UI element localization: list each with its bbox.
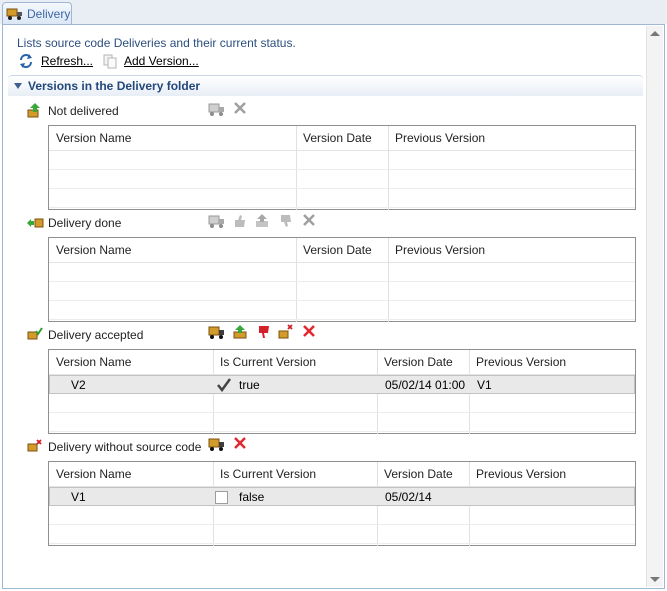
truck-icon[interactable] — [208, 436, 226, 452]
column-header[interactable]: Version Date — [384, 355, 453, 369]
table-delivery-accepted[interactable]: Version Name Is Current Version Version … — [48, 349, 636, 434]
table-row[interactable] — [49, 301, 635, 320]
thumbs-down-icon[interactable] — [278, 213, 294, 229]
collapse-toggle-icon[interactable] — [14, 83, 22, 89]
cell-version-name: V1 — [71, 490, 86, 504]
table-row[interactable] — [49, 151, 635, 170]
delete-icon[interactable] — [234, 102, 246, 114]
table-row[interactable] — [49, 394, 635, 413]
cell-version-date: 05/02/14 — [385, 490, 432, 504]
remove-source-icon[interactable] — [278, 324, 294, 340]
checkmark-icon[interactable] — [217, 378, 231, 392]
package-up-icon — [27, 103, 40, 118]
table-row[interactable] — [49, 282, 635, 301]
column-header[interactable]: Version Name — [56, 243, 131, 257]
table-row[interactable] — [49, 413, 635, 432]
group-label-delivery-done: Delivery done — [48, 216, 122, 230]
tab-delivery[interactable]: Delivery — [2, 2, 72, 24]
add-version-link[interactable]: Add Version... — [124, 54, 199, 68]
table-row[interactable] — [49, 506, 635, 525]
promote-icon[interactable] — [232, 324, 248, 340]
column-header[interactable]: Version Name — [56, 467, 131, 481]
description-text: Lists source code Deliveries and their c… — [17, 36, 296, 50]
table-row[interactable] — [49, 525, 635, 544]
column-header[interactable]: Version Date — [303, 243, 372, 257]
column-header[interactable]: Previous Version — [395, 243, 485, 257]
column-header[interactable]: Previous Version — [395, 131, 485, 145]
column-header[interactable]: Previous Version — [476, 467, 566, 481]
delete-icon[interactable] — [303, 214, 315, 226]
truck-icon[interactable] — [208, 213, 226, 229]
scroll-up-icon[interactable] — [650, 31, 660, 36]
add-version-icon[interactable] — [102, 53, 118, 69]
table-delivery-done[interactable]: Version Name Version Date Previous Versi… — [48, 237, 636, 322]
delete-icon[interactable] — [234, 437, 246, 449]
delivery-without-source-icon — [27, 439, 42, 452]
column-header[interactable]: Version Name — [56, 355, 131, 369]
reject-flag-icon[interactable] — [256, 324, 272, 340]
truck-icon[interactable] — [208, 324, 226, 340]
table-row[interactable] — [49, 189, 635, 208]
table-delivery-without-source[interactable]: Version Name Is Current Version Version … — [48, 461, 636, 546]
scroll-down-icon[interactable] — [650, 577, 660, 582]
table-row[interactable]: V2 true 05/02/14 01:00 V1 — [49, 375, 635, 394]
tab-bar: Delivery — [0, 0, 667, 24]
cell-is-current: false — [239, 490, 265, 504]
is-current-checkbox[interactable] — [215, 491, 228, 504]
cell-version-date: 05/02/14 01:00 — [385, 378, 466, 392]
table-row[interactable] — [49, 263, 635, 282]
column-header[interactable]: Is Current Version — [220, 467, 316, 481]
refresh-icon[interactable] — [18, 53, 34, 69]
cell-previous-version: V1 — [477, 378, 492, 392]
column-header[interactable]: Is Current Version — [220, 355, 316, 369]
tab-label: Delivery — [27, 7, 71, 21]
cell-version-name: V2 — [71, 378, 86, 392]
delivery-accepted-icon — [27, 327, 43, 340]
delivery-truck-icon — [6, 8, 22, 20]
delete-icon[interactable] — [303, 325, 315, 337]
table-row[interactable] — [49, 170, 635, 189]
group-label-delivery-accepted: Delivery accepted — [48, 328, 144, 342]
section-title: Versions in the Delivery folder — [28, 79, 201, 93]
column-header[interactable]: Version Date — [384, 467, 453, 481]
table-row[interactable]: V1 false 05/02/14 — [49, 487, 635, 506]
vertical-scrollbar[interactable] — [646, 26, 663, 587]
column-header[interactable]: Version Date — [303, 131, 372, 145]
cell-is-current: true — [239, 378, 260, 392]
table-not-delivered[interactable]: Version Name Version Date Previous Versi… — [48, 125, 636, 210]
group-label-delivery-without-source: Delivery without source code — [48, 440, 202, 454]
delivery-done-icon — [27, 218, 44, 228]
truck-icon[interactable] — [208, 101, 226, 117]
promote-icon[interactable] — [254, 213, 270, 229]
refresh-link[interactable]: Refresh... — [41, 54, 93, 68]
group-label-not-delivered: Not delivered — [48, 104, 119, 118]
thumbs-up-icon[interactable] — [232, 213, 248, 229]
column-header[interactable]: Version Name — [56, 131, 131, 145]
column-header[interactable]: Previous Version — [476, 355, 566, 369]
